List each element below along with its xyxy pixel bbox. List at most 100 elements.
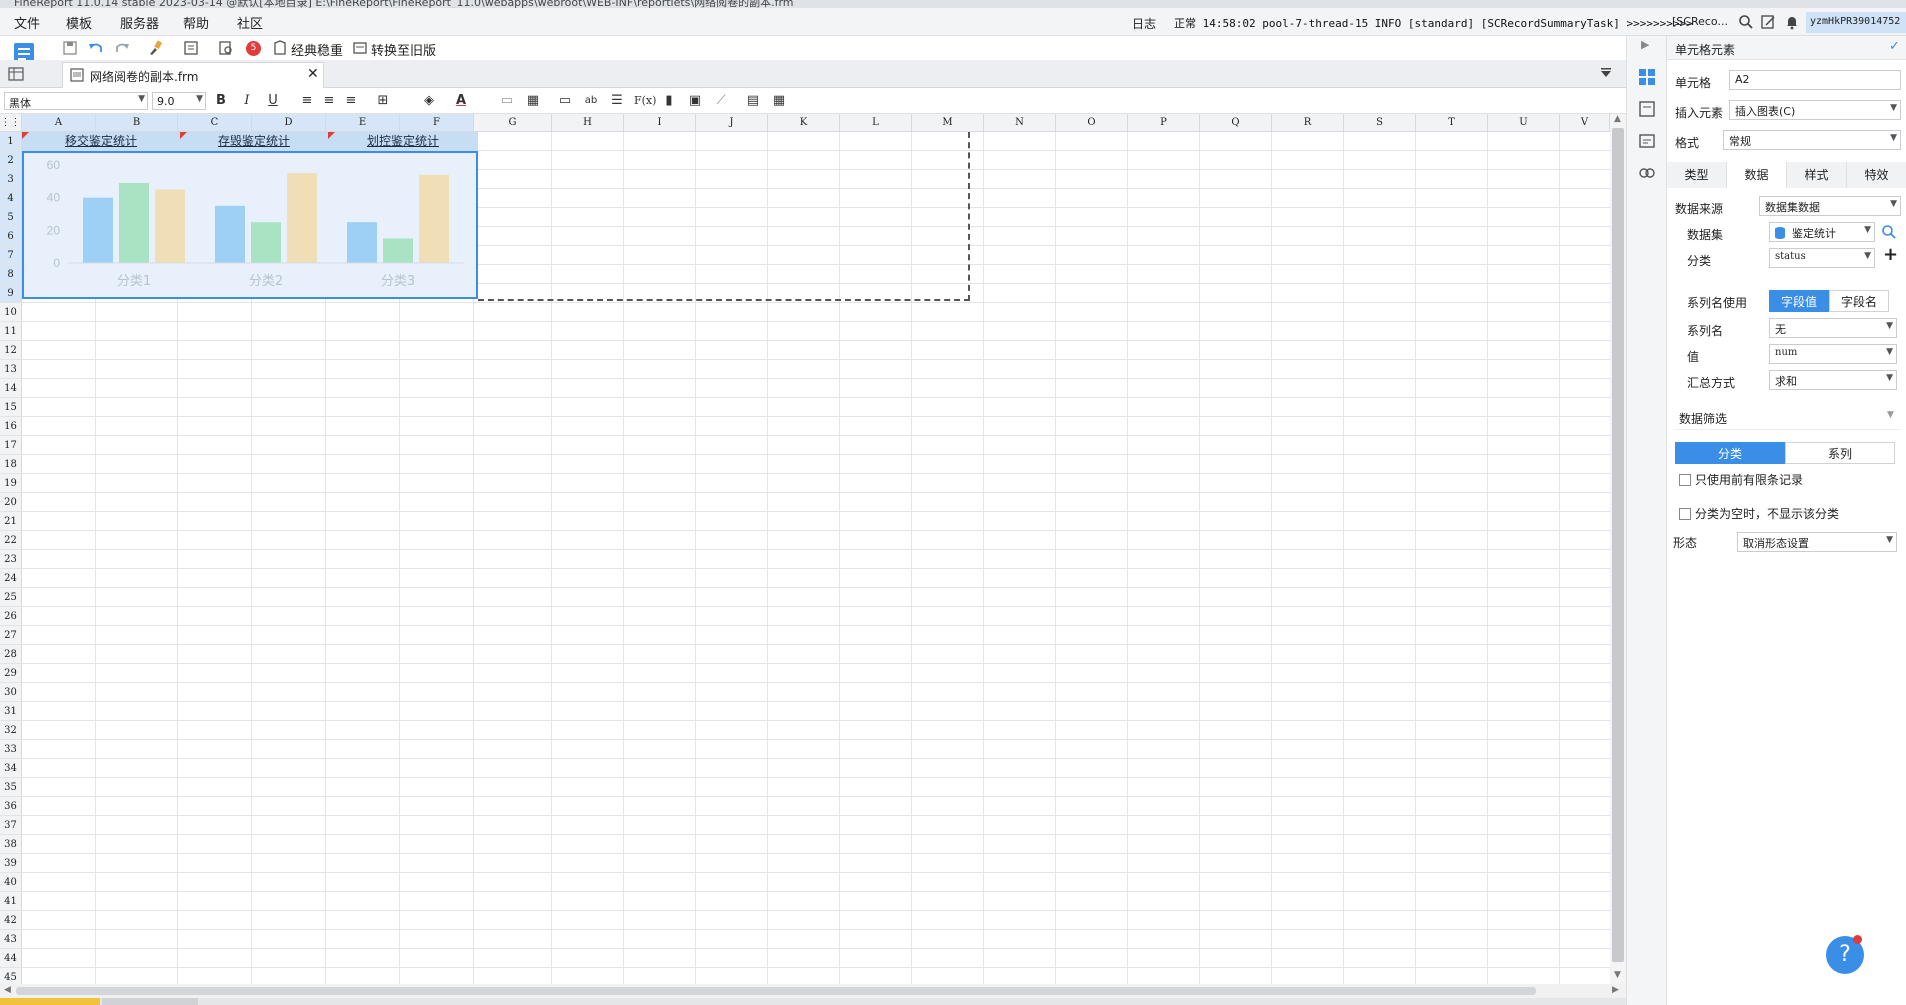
column-header-e[interactable]: E xyxy=(326,114,400,132)
row-header-5[interactable]: 5 xyxy=(0,208,22,227)
row-header-17[interactable]: 17 xyxy=(0,436,22,455)
cell-template-icon[interactable] xyxy=(8,66,24,82)
column-header-s[interactable]: S xyxy=(1344,114,1416,132)
vertical-scroll-thumb[interactable] xyxy=(1612,128,1624,962)
column-header-b[interactable]: B xyxy=(96,114,178,132)
file-tab[interactable]: 网络阅卷的副本.frm ✕ xyxy=(62,62,324,88)
scroll-right-icon[interactable]: ▶ xyxy=(1612,985,1619,995)
row-header-42[interactable]: 42 xyxy=(0,911,22,930)
convert-legacy-label[interactable]: 转换至旧版 xyxy=(371,40,436,59)
series-use-field-value[interactable]: 字段值 xyxy=(1769,290,1829,312)
close-tab-icon[interactable]: ✕ xyxy=(307,66,319,82)
column-header-k[interactable]: K xyxy=(768,114,840,132)
row-header-39[interactable]: 39 xyxy=(0,854,22,873)
sub-report-icon[interactable]: ▤ xyxy=(744,92,762,110)
widget-setting-icon[interactable] xyxy=(1638,132,1656,150)
value-select[interactable]: num ▼ xyxy=(1769,344,1897,364)
column-header-d[interactable]: D xyxy=(252,114,326,132)
align-left-icon[interactable]: ≡ xyxy=(298,92,316,110)
template-param-icon[interactable] xyxy=(183,40,199,56)
convert-icon[interactable] xyxy=(352,40,368,56)
edit-icon[interactable] xyxy=(1760,14,1776,30)
row-header-35[interactable]: 35 xyxy=(0,778,22,797)
theme-icon[interactable] xyxy=(272,40,288,56)
table-icon[interactable]: ▦ xyxy=(524,92,542,110)
hide-empty-category-checkbox[interactable] xyxy=(1679,508,1691,520)
sheet-tab[interactable] xyxy=(102,998,198,1005)
tab-data[interactable]: 数据 xyxy=(1727,162,1787,188)
sheet-tab-active[interactable] xyxy=(0,998,100,1005)
fill-color-icon[interactable]: ◈ xyxy=(420,92,438,110)
border-icon[interactable]: ⊞ xyxy=(374,92,392,110)
insert-chart-icon[interactable]: ▮ xyxy=(660,92,678,110)
underline-icon[interactable]: U xyxy=(264,92,282,110)
vertical-scrollbar[interactable]: ▲ ▼ xyxy=(1610,114,1626,984)
column-header-t[interactable]: T xyxy=(1416,114,1488,132)
cell-input[interactable]: A2 xyxy=(1729,70,1901,90)
notification-badge[interactable]: 5 xyxy=(246,41,261,56)
dataset-select[interactable]: 鉴定统计 ▼ xyxy=(1769,222,1875,242)
collapse-arrow-icon[interactable]: ▶ xyxy=(1641,38,1649,51)
menu-community[interactable]: 社区 xyxy=(237,13,263,32)
search-icon[interactable] xyxy=(1738,14,1754,30)
row-header-10[interactable]: 10 xyxy=(0,303,22,322)
cell-element-icon[interactable] xyxy=(1638,68,1656,86)
row-header-41[interactable]: 41 xyxy=(0,892,22,911)
filter-tab-series[interactable]: 系列 xyxy=(1785,442,1895,464)
row-header-1[interactable]: 1 xyxy=(0,132,22,151)
align-right-icon[interactable]: ≡ xyxy=(342,92,360,110)
row-header-2[interactable]: 2 xyxy=(0,151,22,170)
row-header-38[interactable]: 38 xyxy=(0,835,22,854)
row-header-7[interactable]: 7 xyxy=(0,246,22,265)
formula-icon[interactable]: F(x) xyxy=(634,92,656,110)
column-header-h[interactable]: H xyxy=(552,114,624,132)
column-header-q[interactable]: Q xyxy=(1200,114,1272,132)
column-header-g[interactable]: G xyxy=(474,114,552,132)
select-all-corner[interactable]: ⋮⋮ xyxy=(0,114,22,132)
column-header-i[interactable]: I xyxy=(624,114,696,132)
link-icon[interactable] xyxy=(1638,164,1656,182)
row-header-21[interactable]: 21 xyxy=(0,512,22,531)
italic-icon[interactable]: I xyxy=(238,92,256,110)
column-header-j[interactable]: J xyxy=(696,114,768,132)
row-header-30[interactable]: 30 xyxy=(0,683,22,702)
log-short[interactable]: [SCReco... xyxy=(1672,15,1728,28)
redo-icon[interactable] xyxy=(114,40,130,56)
row-header-43[interactable]: 43 xyxy=(0,930,22,949)
horizontal-scrollbar[interactable]: ◀ ▶ xyxy=(0,984,1626,998)
data-filter-header[interactable]: 数据筛选 ▼ xyxy=(1673,404,1901,430)
insert-image-icon[interactable]: ▣ xyxy=(686,92,704,110)
insert-element-select[interactable]: 插入图表(C) ▼ xyxy=(1729,100,1901,120)
row-header-14[interactable]: 14 xyxy=(0,379,22,398)
column-header-l[interactable]: L xyxy=(840,114,912,132)
row-header-13[interactable]: 13 xyxy=(0,360,22,379)
row-header-33[interactable]: 33 xyxy=(0,740,22,759)
row-header-6[interactable]: 6 xyxy=(0,227,22,246)
font-size-select[interactable]: 9.0 ▼ xyxy=(152,92,206,110)
menu-server[interactable]: 服务器 xyxy=(120,13,159,32)
log-button[interactable]: 日志 xyxy=(1132,15,1156,32)
row-header-8[interactable]: 8 xyxy=(0,265,22,284)
row-header-12[interactable]: 12 xyxy=(0,341,22,360)
format-select[interactable]: 常规 ▼ xyxy=(1723,130,1901,150)
summary-select[interactable]: 求和 ▼ xyxy=(1769,370,1897,390)
bold-icon[interactable]: B xyxy=(212,92,230,110)
search-icon[interactable] xyxy=(1881,224,1897,240)
menu-template[interactable]: 模板 xyxy=(66,13,92,32)
column-header-a[interactable]: A xyxy=(22,114,96,132)
cell-attribute-icon[interactable] xyxy=(1638,100,1656,118)
row-header-19[interactable]: 19 xyxy=(0,474,22,493)
row-header-31[interactable]: 31 xyxy=(0,702,22,721)
add-category-icon[interactable]: + xyxy=(1883,244,1898,265)
category-select[interactable]: status ▼ xyxy=(1769,248,1875,268)
spreadsheet-grid[interactable]: ⋮⋮ ABCDEFGHIJKLMNOPQRSTUV 1 2 3 4 5 6 7 8 9 10 11 1… xyxy=(0,114,1610,984)
row-header-15[interactable]: 15 xyxy=(0,398,22,417)
scroll-up-icon[interactable]: ▲ xyxy=(1614,114,1621,124)
insert-text-icon[interactable]: ab xyxy=(582,92,600,110)
font-color-icon[interactable]: A xyxy=(452,92,470,110)
scroll-down-icon[interactable]: ▼ xyxy=(1614,970,1621,980)
tab-style[interactable]: 样式 xyxy=(1787,162,1847,188)
row-header-34[interactable]: 34 xyxy=(0,759,22,778)
header-cell-destroy[interactable]: 存毁鉴定统计 xyxy=(180,132,328,151)
row-header-25[interactable]: 25 xyxy=(0,588,22,607)
